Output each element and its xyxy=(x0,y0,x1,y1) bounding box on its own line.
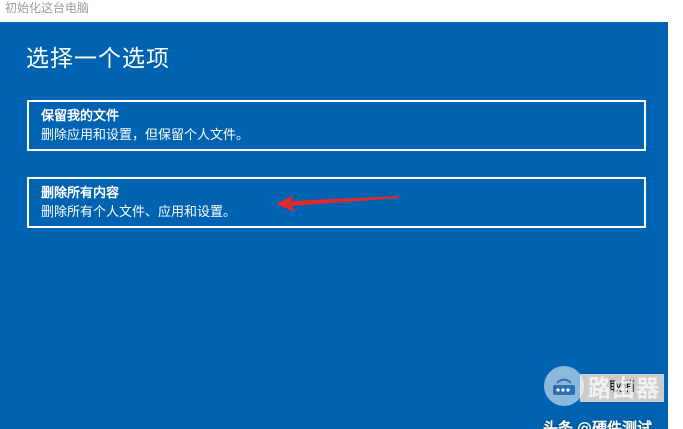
keep-my-files-option[interactable]: 保留我的文件 删除应用和设置，但保留个人文件。 xyxy=(27,100,646,151)
page-title: 选择一个选项 xyxy=(26,46,170,72)
option-title: 保留我的文件 xyxy=(41,109,120,124)
option-description: 删除所有个人文件、应用和设置。 xyxy=(41,205,237,220)
toutiao-label: 头条 xyxy=(543,419,574,429)
reset-dialog-content: 选择一个选项 保留我的文件 删除应用和设置，但保留个人文件。 删除所有内容 删除… xyxy=(0,22,668,429)
window-title: 初始化这台电脑 xyxy=(5,1,90,15)
red-arrow-icon xyxy=(276,195,399,212)
toutiao-watermark: 头条 @硬件测试 xyxy=(543,418,656,429)
router-watermark-text: 路由器 xyxy=(588,376,660,402)
option-description: 删除应用和设置，但保留个人文件。 xyxy=(41,128,250,143)
window-titlebar: 初始化这台电脑 xyxy=(0,0,683,22)
window-right-edge xyxy=(668,22,683,429)
router-logo-icon xyxy=(544,366,584,406)
router-watermark: 路由器 xyxy=(544,366,660,406)
reset-pc-window: 初始化这台电脑 选择一个选项 保留我的文件 删除应用和设置，但保留个人文件。 删… xyxy=(0,0,683,429)
account-handle: @硬件测试 xyxy=(577,419,653,429)
option-title: 删除所有内容 xyxy=(41,186,120,201)
